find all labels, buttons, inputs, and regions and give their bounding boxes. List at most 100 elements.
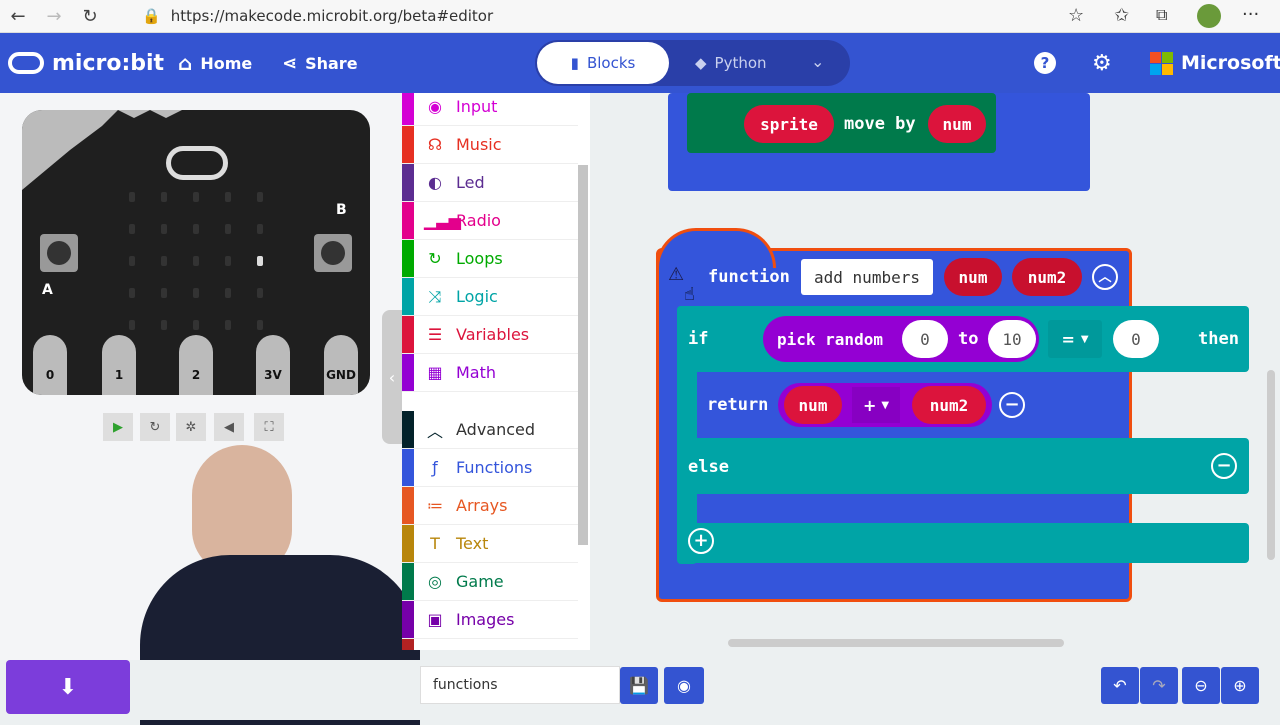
collapse-simulator-button[interactable]: ‹ (382, 310, 402, 444)
reload-icon[interactable]: ↻ (72, 6, 108, 27)
home-button[interactable]: ⌂ Home (178, 33, 252, 93)
category-label: Loops (456, 249, 503, 268)
back-icon[interactable]: ← (0, 6, 36, 27)
text-icon: T (430, 534, 440, 553)
more-icon[interactable]: ··· (1242, 4, 1259, 25)
app-header: micro:bit ⌂ Home ⋖ Share ▮ Blocks ◆ Python ⌄… (0, 33, 1280, 93)
function-name-field[interactable]: add numbers (801, 259, 933, 295)
calculator-icon: ▦ (427, 363, 443, 382)
remove-else-button[interactable]: − (1211, 453, 1237, 479)
num-variable[interactable]: num (928, 105, 986, 143)
forward-icon[interactable]: → (36, 6, 72, 27)
return-num2[interactable]: num2 (912, 386, 986, 424)
pin-2[interactable]: 2 (179, 335, 213, 395)
lock-icon: 🔒 (142, 7, 161, 25)
redo-icon: ↷ (1152, 676, 1166, 695)
download-button[interactable]: ⬇ (6, 660, 130, 714)
pin-1[interactable]: 1 (102, 335, 136, 395)
python-tab[interactable]: ◆ Python (695, 42, 805, 84)
shuffle-icon: ⤨ (428, 286, 442, 306)
category-label: Radio (456, 211, 501, 230)
pin-gnd[interactable]: GND (324, 335, 358, 395)
arithmetic-operator-dropdown[interactable]: + ▼ (852, 387, 900, 423)
param-num[interactable]: num (944, 258, 1002, 296)
toolbox-category-variables[interactable]: ☰ Variables (402, 316, 578, 354)
toolbox-scrollbar[interactable] (578, 165, 588, 545)
toolbox-category-led[interactable]: ◐ Led (402, 164, 578, 202)
microbit-logo-touch[interactable] (166, 146, 228, 180)
to-label: to (958, 329, 979, 349)
zoom-out-button[interactable]: ⊖ (1182, 667, 1220, 704)
numbered-list-icon: ≔ (427, 496, 443, 515)
microbit-logo[interactable]: micro:bit (8, 33, 164, 93)
toolbox-category-game[interactable]: ◎ Game (402, 563, 578, 601)
toolbox-category-math[interactable]: ▦ Math (402, 354, 578, 392)
button-b[interactable] (314, 234, 352, 272)
github-button[interactable]: ◉ (664, 667, 704, 704)
settings-button[interactable]: ⚙ (1092, 33, 1112, 93)
sprite-variable[interactable]: sprite (744, 105, 834, 143)
led (129, 320, 135, 330)
toolbox-category-radio[interactable]: ▁▃▅ Radio (402, 202, 578, 240)
button-a[interactable] (40, 234, 78, 272)
remove-return-value-button[interactable]: − (999, 392, 1025, 418)
profile-avatar[interactable] (1197, 4, 1221, 28)
play-button[interactable]: ▶ (103, 413, 133, 441)
toolbox-category-text[interactable]: T Text (402, 525, 578, 563)
redo-button[interactable]: ↷ (1140, 667, 1178, 704)
collections-icon[interactable]: ⧉ (1156, 5, 1167, 25)
toolbox-category-input[interactable]: ◉ Input (402, 93, 578, 126)
pin-3v[interactable]: 3V (256, 335, 290, 395)
category-color-bar (402, 202, 414, 239)
chevron-up-icon: ︿ (1098, 269, 1112, 285)
category-color-bar (402, 411, 414, 448)
address-bar[interactable]: 🔒 https://makecode.microbit.org/beta#edi… (128, 2, 1018, 30)
minus-icon: ⊖ (1194, 676, 1208, 695)
collapse-params-button[interactable]: ︿ (1092, 264, 1118, 290)
then-label: then (1198, 329, 1239, 349)
blocks-tab[interactable]: ▮ Blocks (537, 42, 669, 84)
microbit-simulator[interactable]: A B 0 1 2 3V GND (22, 110, 370, 395)
add-else-if-button[interactable]: + (688, 528, 714, 554)
toolbox-category-arrays[interactable]: ≔ Arrays (402, 487, 578, 525)
undo-button[interactable]: ↶ (1101, 667, 1139, 704)
microsoft-logo[interactable]: Microsoft (1150, 33, 1280, 93)
share-button[interactable]: ⋖ Share (282, 33, 358, 93)
compare-operator-dropdown[interactable]: = ▼ (1048, 320, 1102, 358)
chevron-down-icon[interactable]: ⌄ (811, 52, 824, 71)
category-color-bar (402, 639, 414, 650)
param-num2[interactable]: num2 (1012, 258, 1082, 296)
save-button[interactable]: 💾 (620, 667, 658, 704)
toolbox-category-logic[interactable]: ⤨ Logic (402, 278, 578, 316)
category-label: Math (456, 363, 497, 382)
warning-icon[interactable]: ⚠ (668, 264, 684, 285)
toolbox-category-images[interactable]: ▣ Images (402, 601, 578, 639)
led (129, 256, 135, 266)
help-button[interactable]: ? (1034, 33, 1056, 93)
random-to-input[interactable]: 10 (988, 320, 1036, 358)
toolbox-category-functions[interactable]: ƒ Functions (402, 449, 578, 487)
compare-value-input[interactable]: 0 (1113, 320, 1159, 358)
led (257, 224, 263, 234)
workspace-vertical-scrollbar[interactable] (1267, 370, 1275, 560)
toolbox-category-loops[interactable]: ↻ Loops (402, 240, 578, 278)
workspace-horizontal-scrollbar[interactable] (728, 639, 1064, 647)
toggle-icon: ◐ (428, 173, 442, 192)
random-from-input[interactable]: 0 (902, 320, 948, 358)
pin-0[interactable]: 0 (33, 335, 67, 395)
zoom-in-button[interactable]: ⊕ (1221, 667, 1259, 704)
category-color-bar (402, 126, 414, 163)
favorites-icon[interactable]: ✩ (1114, 5, 1129, 26)
return-num[interactable]: num (784, 386, 842, 424)
pick-random-label: pick random (777, 329, 883, 349)
toolbox: ◉ Input ☊ Music ◐ Led ▁▃▅ Radio ↻ Loops ⤨ Logic ☰ Var… (402, 93, 590, 650)
toolbox-category-pins[interactable]: ◎ Pins (402, 639, 578, 650)
toolbox-category-music[interactable]: ☊ Music (402, 126, 578, 164)
toolbox-category-advanced[interactable]: ︿ Advanced (402, 411, 578, 449)
star-icon[interactable]: ☆ (1068, 5, 1084, 26)
project-name-input[interactable]: functions (420, 666, 620, 704)
target-icon: ◉ (428, 97, 442, 116)
category-label: Pins (456, 648, 488, 650)
button-b-label: B (336, 202, 347, 218)
return-label: return (707, 395, 769, 415)
